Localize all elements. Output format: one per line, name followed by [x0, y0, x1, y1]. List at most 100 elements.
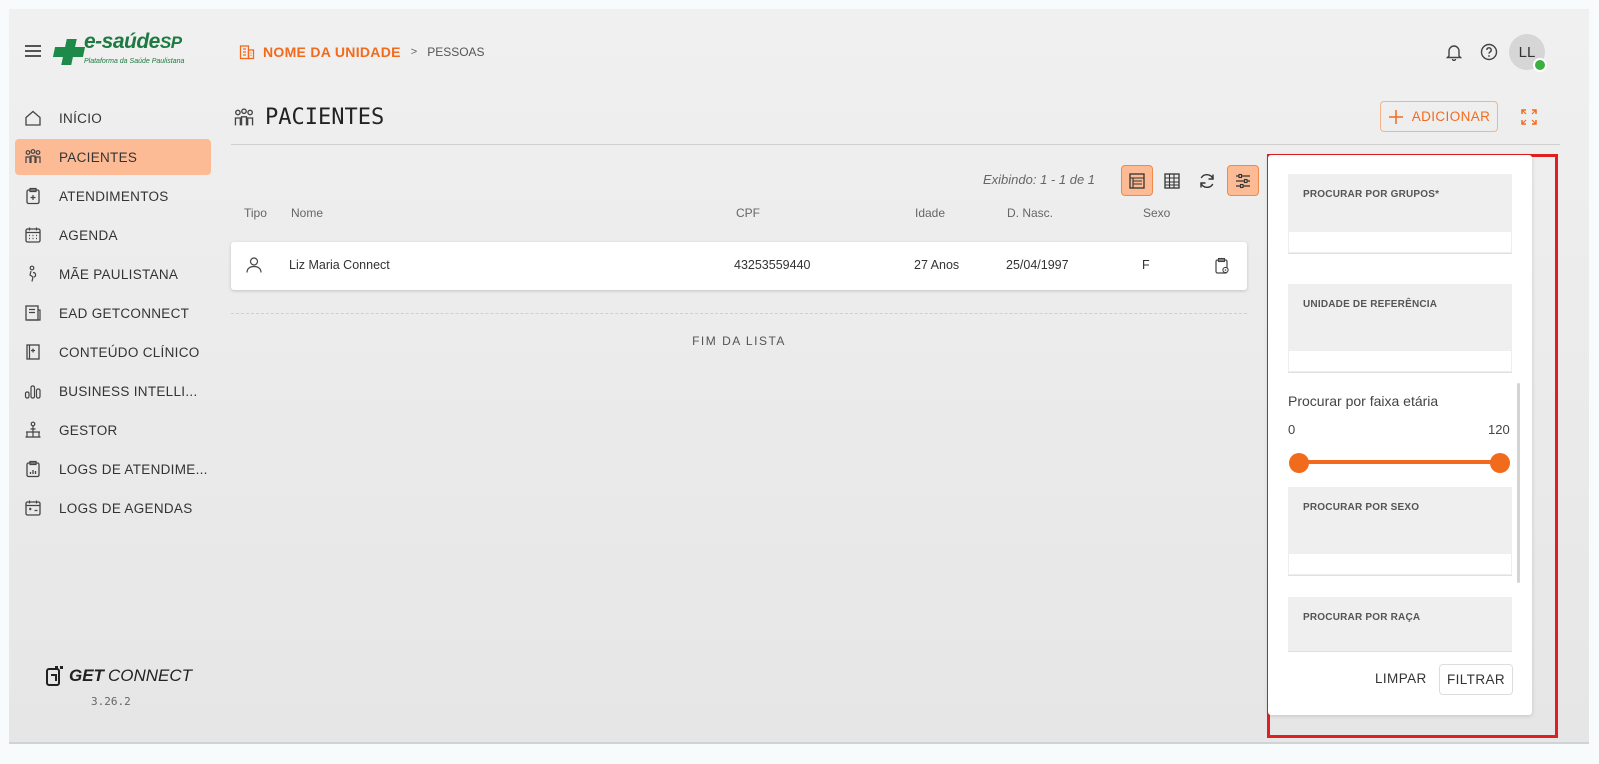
menu-icon[interactable] — [25, 45, 41, 57]
user-initials: LL — [1518, 43, 1536, 61]
age-slider-track[interactable] — [1298, 460, 1500, 464]
age-slider-min-handle[interactable] — [1289, 453, 1309, 473]
sidebar-item-conteudo-clinico[interactable]: CONTEÚDO CLÍNICO — [15, 334, 211, 370]
sidebar-item-mae-paulistana[interactable]: MÃE PAULISTANA — [15, 256, 211, 292]
title-divider — [231, 144, 1560, 145]
logo-brand: e-saúde — [84, 30, 160, 53]
groups-filter-field[interactable]: PROCURAR POR GRUPOS* — [1288, 174, 1512, 254]
user-avatar[interactable]: LL — [1509, 34, 1547, 72]
book-icon — [23, 342, 43, 362]
sex-filter-field[interactable]: PROCURAR POR SEXO — [1288, 487, 1512, 576]
list-view-button[interactable] — [1121, 165, 1153, 196]
getconnect-logo: GET CONNECT — [45, 665, 192, 687]
grid-view-icon — [1163, 172, 1181, 190]
bell-icon[interactable] — [1444, 42, 1464, 62]
patients-title-icon — [233, 107, 255, 129]
sidebar-item-label: PACIENTES — [59, 149, 138, 165]
sex-filter-input[interactable] — [1288, 553, 1512, 575]
page-title-text: PACIENTES — [265, 105, 385, 130]
esaude-logo[interactable]: e-saúdeSP Plataforma da Saúde Paulistana — [54, 31, 184, 67]
log-calendar-icon — [23, 498, 43, 518]
person-icon — [245, 256, 263, 274]
end-of-list-label: FIM DA LISTA — [692, 334, 786, 348]
sidebar-item-label: EAD GETCONNECT — [59, 305, 190, 321]
clipboard-icon — [23, 186, 43, 206]
logo-cross-icon — [54, 39, 84, 65]
filter-sliders-icon — [1234, 172, 1252, 190]
add-button-label: ADICIONAR — [1411, 109, 1491, 124]
breadcrumb-page: PESSOAS — [427, 45, 485, 59]
age-range-title: Procurar por faixa etária — [1288, 393, 1439, 409]
breadcrumb-unit[interactable]: NOME DA UNIDADE — [263, 44, 401, 60]
sidebar-item-logs-agendas[interactable]: LOGS DE AGENDAS — [15, 490, 211, 526]
plus-icon — [1388, 109, 1404, 125]
sidebar-item-label: BUSINESS INTELLI... — [59, 383, 198, 399]
age-max-value: 120 — [1488, 422, 1510, 437]
column-header-nome[interactable]: Nome — [291, 206, 323, 220]
patient-birthdate: 25/04/1997 — [1006, 258, 1069, 272]
filter-panel: PROCURAR POR GRUPOS* UNIDADE DE REFERÊNC… — [1268, 155, 1532, 715]
filter-button[interactable]: FILTRAR — [1439, 664, 1513, 695]
age-slider-max-handle[interactable] — [1490, 453, 1510, 473]
refresh-icon — [1198, 172, 1216, 190]
table-row[interactable]: Liz Maria Connect 43253559440 27 Anos 25… — [231, 242, 1247, 290]
building-icon — [239, 44, 255, 60]
table-header: Tipo Nome CPF Idade D. Nasc. Sexo — [231, 206, 1247, 226]
grid-view-button[interactable] — [1156, 165, 1188, 196]
getconnect-brand-light: CONNECT — [107, 666, 193, 685]
chart-icon — [23, 381, 43, 401]
list-divider — [231, 313, 1247, 314]
sidebar-item-atendimentos[interactable]: ATENDIMENTOS — [15, 178, 211, 214]
results-count: Exibindo: 1 - 1 de 1 — [983, 172, 1096, 187]
sidebar-item-label: MÃE PAULISTANA — [59, 266, 179, 282]
sidebar-item-business-intelligence[interactable]: BUSINESS INTELLI... — [15, 373, 211, 409]
pregnant-icon — [23, 264, 43, 284]
manager-icon — [23, 420, 43, 440]
race-filter-field[interactable]: PROCURAR POR RAÇA — [1288, 597, 1512, 652]
sidebar-item-logs-atendimentos[interactable]: LOGS DE ATENDIME... — [15, 451, 211, 487]
sidebar-item-label: LOGS DE AGENDAS — [59, 500, 193, 516]
groups-filter-label: PROCURAR POR GRUPOS* — [1303, 189, 1440, 200]
sidebar-item-label: ATENDIMENTOS — [59, 188, 169, 204]
age-min-value: 0 — [1288, 422, 1296, 437]
add-button[interactable]: ADICIONAR — [1380, 101, 1498, 132]
sex-filter-label: PROCURAR POR SEXO — [1303, 502, 1420, 513]
column-header-idade[interactable]: Idade — [915, 206, 945, 220]
education-icon — [23, 303, 43, 323]
groups-filter-input[interactable] — [1288, 231, 1512, 253]
sidebar-item-label: GESTOR — [59, 422, 118, 438]
calendar-icon — [23, 225, 43, 245]
column-header-tipo[interactable]: Tipo — [244, 206, 267, 220]
breadcrumb-separator: > — [410, 46, 418, 58]
getconnect-logo-icon — [45, 665, 65, 687]
sidebar-item-label: AGENDA — [59, 227, 118, 243]
help-icon[interactable] — [1479, 42, 1499, 62]
filter-toggle-button[interactable] — [1227, 165, 1259, 196]
fullscreen-icon[interactable] — [1519, 107, 1539, 127]
app-version: 3.26.2 — [91, 695, 131, 708]
log-clipboard-icon — [23, 459, 43, 479]
sidebar-item-ead-getconnect[interactable]: EAD GETCONNECT — [15, 295, 211, 331]
logo-brand-suffix: SP — [159, 33, 182, 52]
column-header-sexo[interactable]: Sexo — [1143, 206, 1170, 220]
column-header-cpf[interactable]: CPF — [736, 206, 760, 220]
clear-button[interactable]: LIMPAR — [1375, 671, 1427, 686]
unit-filter-input[interactable] — [1288, 350, 1512, 372]
page-title: PACIENTES — [233, 105, 384, 130]
patient-cpf: 43253559440 — [734, 258, 811, 272]
sidebar-item-inicio[interactable]: INÍCIO — [15, 100, 211, 136]
sidebar-item-label: CONTEÚDO CLÍNICO — [59, 344, 200, 360]
clipboard-view-icon[interactable] — [1213, 257, 1231, 275]
sidebar-item-agenda[interactable]: AGENDA — [15, 217, 211, 253]
online-status-icon — [1533, 58, 1547, 72]
getconnect-brand-bold: GET — [69, 666, 104, 685]
sidebar-item-pacientes[interactable]: PACIENTES — [15, 139, 211, 175]
filter-panel-scrollbar[interactable] — [1517, 383, 1520, 583]
breadcrumb: NOME DA UNIDADE > PESSOAS — [239, 44, 485, 60]
column-header-nasc[interactable]: D. Nasc. — [1007, 206, 1053, 220]
sidebar-item-label: INÍCIO — [59, 110, 103, 126]
refresh-button[interactable] — [1191, 165, 1223, 196]
logo-tagline: Plataforma da Saúde Paulistana — [84, 58, 185, 65]
unit-filter-field[interactable]: UNIDADE DE REFERÊNCIA — [1288, 284, 1512, 373]
sidebar-item-gestor[interactable]: GESTOR — [15, 412, 211, 448]
